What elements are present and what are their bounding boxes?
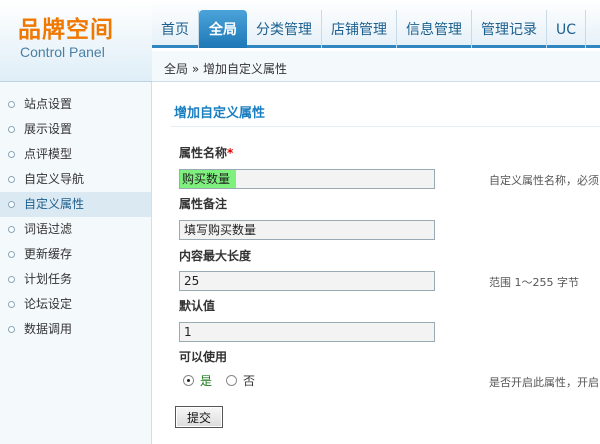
bullet-icon xyxy=(8,101,15,108)
sidebar-item-label: 论坛设定 xyxy=(24,297,73,311)
max-length-hint: 范围 1～255 字节 xyxy=(489,276,579,289)
max-length-input[interactable]: 25 xyxy=(179,271,435,291)
enable-hint: 是否开启此属性，开启 xyxy=(489,376,599,389)
enable-no-label[interactable]: 否 xyxy=(243,372,255,389)
nav-uc[interactable]: UC xyxy=(547,10,587,48)
sidebar-item[interactable]: 数据调用 xyxy=(0,317,151,342)
sidebar-item[interactable]: 展示设置 xyxy=(0,117,151,142)
sidebar-item-label: 数据调用 xyxy=(24,322,73,336)
nav-log[interactable]: 管理记录 xyxy=(472,10,547,48)
sidebar-item-label: 展示设置 xyxy=(24,122,73,136)
main-nav: 首页 全局 分类管理 店铺管理 信息管理 管理记录 UC xyxy=(152,10,587,48)
enable-yes-radio[interactable] xyxy=(183,375,194,386)
sidebar-item-label: 站点设置 xyxy=(24,97,73,111)
bullet-icon xyxy=(8,126,15,133)
bullet-icon xyxy=(8,201,15,208)
enable-label: 可以使用 xyxy=(179,350,228,364)
nav-shop[interactable]: 店铺管理 xyxy=(322,10,397,48)
default-value-label: 默认值 xyxy=(179,299,216,313)
nav-home[interactable]: 首页 xyxy=(152,10,199,48)
sidebar-item-label: 计划任务 xyxy=(24,272,73,286)
main-content: 增加自定义属性 属性名称* 购买数量 自定义属性名称，必须 属性备注 填写购买数… xyxy=(153,82,600,444)
header: 品牌空间 Control Panel 首页 全局 分类管理 店铺管理 信息管理 管理记录 U… xyxy=(0,0,600,82)
sidebar-item-label: 自定义属性 xyxy=(24,197,85,211)
top-navigation-bar: 首页 全局 分类管理 店铺管理 信息管理 管理记录 UC xyxy=(152,0,600,48)
logo-subtitle: Control Panel xyxy=(20,44,105,60)
sidebar-item-label: 词语过滤 xyxy=(24,222,73,236)
nav-category[interactable]: 分类管理 xyxy=(247,10,322,48)
logo: 品牌空间 Control Panel xyxy=(0,0,152,82)
bullet-icon xyxy=(8,276,15,283)
selected-text: 购买数量 xyxy=(180,170,237,188)
enable-radio-group: 是 否 xyxy=(183,372,269,389)
sidebar: 站点设置展示设置点评模型自定义导航自定义属性词语过滤更新缓存计划任务论坛设定数据… xyxy=(0,82,152,444)
attribute-note-input[interactable]: 填写购买数量 xyxy=(179,220,435,240)
sidebar-item[interactable]: 自定义导航 xyxy=(0,167,151,192)
bullet-icon xyxy=(8,176,15,183)
submit-button[interactable]: 提交 xyxy=(175,406,223,428)
sidebar-item[interactable]: 更新缓存 xyxy=(0,242,151,267)
bullet-icon xyxy=(8,226,15,233)
bullet-icon xyxy=(8,326,15,333)
sidebar-item[interactable]: 自定义属性 xyxy=(0,192,151,217)
attribute-note-label: 属性备注 xyxy=(179,197,228,211)
attribute-name-label: 属性名称* xyxy=(179,146,234,160)
bullet-icon xyxy=(8,251,15,258)
sidebar-item[interactable]: 点评模型 xyxy=(0,142,151,167)
enable-no-radio[interactable] xyxy=(226,375,238,386)
divider xyxy=(171,126,600,127)
sidebar-menu: 站点设置展示设置点评模型自定义导航自定义属性词语过滤更新缓存计划任务论坛设定数据… xyxy=(0,82,151,342)
sidebar-item[interactable]: 站点设置 xyxy=(0,92,151,117)
sidebar-item-label: 自定义导航 xyxy=(24,172,85,186)
nav-global[interactable]: 全局 xyxy=(199,10,247,48)
max-length-label: 内容最大长度 xyxy=(179,249,252,263)
sidebar-item-label: 点评模型 xyxy=(24,147,73,161)
nav-info[interactable]: 信息管理 xyxy=(397,10,472,48)
breadcrumb: 全局 » 增加自定义属性 xyxy=(164,62,287,76)
sidebar-item[interactable]: 词语过滤 xyxy=(0,217,151,242)
enable-yes-label[interactable]: 是 xyxy=(200,372,212,389)
default-value-input[interactable]: 1 xyxy=(179,322,435,342)
breadcrumb-bar: 全局 » 增加自定义属性 xyxy=(152,51,600,82)
bullet-icon xyxy=(8,151,15,158)
sidebar-item[interactable]: 论坛设定 xyxy=(0,292,151,317)
required-mark: * xyxy=(227,146,234,160)
attribute-name-input[interactable]: 购买数量 xyxy=(179,169,435,189)
page-title: 增加自定义属性 xyxy=(174,106,266,121)
sidebar-item-label: 更新缓存 xyxy=(24,247,73,261)
bullet-icon xyxy=(8,301,15,308)
sidebar-item[interactable]: 计划任务 xyxy=(0,267,151,292)
attribute-name-hint: 自定义属性名称，必须 xyxy=(489,174,599,187)
logo-title: 品牌空间 xyxy=(18,17,114,43)
